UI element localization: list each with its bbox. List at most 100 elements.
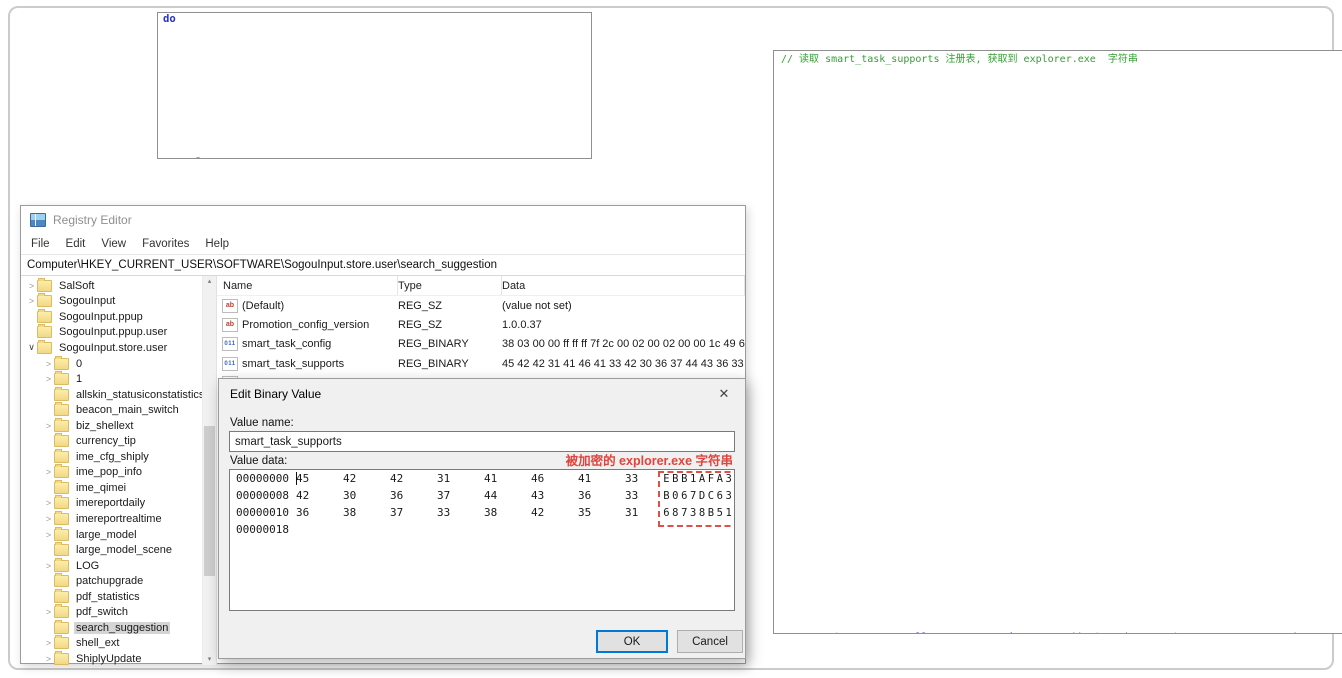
scroll-down-icon[interactable]: ▾ [203,654,216,665]
hex-byte[interactable]: 42 [343,472,390,485]
chevron-right-icon[interactable]: > [43,654,54,664]
tree-item-1[interactable]: >1 [21,371,202,387]
hex-byte[interactable]: 36 [296,506,343,519]
tree-item-SalSoft[interactable]: > SalSoft [21,277,202,294]
address-bar[interactable]: Computer\HKEY_CURRENT_USER\SOFTWARE\Sogo… [21,254,745,276]
cancel-button[interactable]: Cancel [677,630,743,653]
hex-byte[interactable]: 44 [484,489,531,502]
column-header-name[interactable]: Name [217,276,398,295]
tree-item-ShiplyUpdate[interactable]: > ShiplyUpdate [21,650,202,665]
column-header-data[interactable]: Data [502,276,745,295]
hex-byte[interactable]: 45 [296,472,343,485]
column-header-type[interactable]: Type [398,276,502,295]
tree-item-label[interactable]: SogouInput.store.user [57,342,169,354]
tree-item-shell_ext[interactable]: > shell_ext [21,635,202,652]
tree-item-0[interactable]: >0 [21,355,202,372]
chevron-down-icon[interactable]: ∨ [26,342,37,353]
tree-item-label[interactable]: patchupgrade [74,575,145,587]
hex-byte[interactable]: 43 [531,489,578,502]
chevron-right-icon[interactable]: > [43,530,54,540]
tree-item-label[interactable]: ime_pop_info [74,466,144,478]
tree-item-pdf_switch[interactable]: > pdf_switch [21,604,202,620]
scrollbar-thumb[interactable] [204,426,215,576]
tree-item-label[interactable]: currency_tip [74,435,138,447]
tree-item-pdf_statistics[interactable]: pdf_statistics [21,588,202,605]
value-row[interactable]: 011 smart_task_config REG_BINARY 38 03 00 0… [217,335,745,354]
tree-item-label[interactable]: SogouInput.ppup.user [57,326,169,338]
menu-favorites[interactable]: Favorites [134,238,197,250]
tree-item-label[interactable]: ime_cfg_shiply [74,451,151,463]
tree-item-label[interactable]: LOG [74,560,101,572]
hex-byte[interactable]: 37 [437,489,484,502]
chevron-right-icon[interactable]: > [26,296,37,306]
tree-item-imereportrealtime[interactable]: > imereportrealtime [21,510,202,527]
chevron-right-icon[interactable]: > [43,561,54,571]
tree-item-SogouInput.ppup.user[interactable]: SogouInput.ppup.user [21,324,202,341]
hex-byte[interactable]: 33 [437,506,484,519]
tree-item-label[interactable]: 0 [74,358,84,370]
tree-item-label[interactable]: 1 [74,373,84,385]
hex-byte[interactable]: 35 [578,506,625,519]
chevron-right-icon[interactable]: > [43,514,54,524]
tree-scrollbar[interactable]: ▴ ▾ [202,276,216,665]
chevron-right-icon[interactable]: > [43,467,54,477]
tree-item-label[interactable]: imereportdaily [74,497,147,509]
tree-item-SogouInput[interactable]: > SogouInput [21,293,202,310]
hex-byte[interactable]: 42 [531,506,578,519]
hex-byte[interactable]: 36 [390,489,437,502]
close-icon[interactable]: ✕ [706,382,742,406]
hex-row[interactable]: 00000018 [230,521,734,538]
tree-item-SogouInput.store.user[interactable]: ∨ SogouInput.store.user [21,339,202,356]
tree-item-label[interactable]: pdf_statistics [74,591,142,603]
chevron-right-icon[interactable]: > [43,359,54,369]
tree-item-search_suggestion[interactable]: search_suggestion [21,619,202,636]
tree-item-label[interactable]: SogouInput [57,295,117,307]
menu-help[interactable]: Help [197,238,237,250]
hex-row[interactable]: 00000010 36 38 37 33 38 42 35 31 6 8 7 3 8 B 5 1 [230,504,734,521]
tree-item-label[interactable]: shell_ext [74,637,121,649]
tree-item-label[interactable]: imereportrealtime [74,513,164,525]
chevron-right-icon[interactable]: > [43,607,54,617]
tree-item-large_model_scene[interactable]: large_model_scene [21,542,202,558]
tree-item-label[interactable]: SogouInput.ppup [57,311,145,323]
tree-item-ime_pop_info[interactable]: > ime_pop_info [21,464,202,481]
hex-byte[interactable]: 30 [343,489,390,502]
tree-item-SogouInput.ppup[interactable]: SogouInput.ppup [21,308,202,325]
tree-item-LOG[interactable]: > LOG [21,557,202,574]
hex-byte[interactable]: 38 [343,506,390,519]
value-row[interactable]: ab (Default) REG_SZ (value not set) [217,296,745,315]
hex-byte[interactable]: 46 [531,472,578,485]
hex-row[interactable]: 00000008 42 30 36 37 44 43 36 33 B 0 6 7 D C 6 3 [230,487,734,504]
tree-item-currency_tip[interactable]: currency_tip [21,433,202,449]
tree-item-allskin_statusiconstatistics[interactable]: allskin_statusiconstatistics [21,386,202,403]
menu-edit[interactable]: Edit [58,238,94,250]
chevron-right-icon[interactable]: > [43,638,54,648]
chevron-right-icon[interactable]: > [43,421,54,431]
tree-item-ime_cfg_shiply[interactable]: ime_cfg_shiply [21,448,202,465]
value-row[interactable]: 011 smart_task_supports REG_BINARY 45 42 42… [217,354,745,373]
tree-item-label[interactable]: pdf_switch [74,606,130,618]
tree-item-label[interactable]: biz_shellext [74,420,135,432]
menu-view[interactable]: View [93,238,134,250]
value-row[interactable]: ab Promotion_config_version REG_SZ 1.0.0.37 [217,315,745,334]
tree-item-label[interactable]: large_model_scene [74,544,174,556]
tree-item-label[interactable]: search_suggestion [74,621,171,634]
tree-item-label[interactable]: ShiplyUpdate [74,653,143,665]
hex-editor[interactable]: 00000000 45 42 42 31 41 46 41 33 E B B 1 A F A 3 00000008… [229,469,735,611]
tree-item-label[interactable]: beacon_main_switch [74,404,181,416]
hex-byte[interactable]: 31 [437,472,484,485]
tree-item-label[interactable]: large_model [74,529,139,541]
tree-item-label[interactable]: ime_qimei [74,482,128,494]
scroll-up-icon[interactable]: ▴ [203,276,216,287]
chevron-right-icon[interactable]: > [26,281,37,291]
hex-byte[interactable]: 37 [390,506,437,519]
hex-byte[interactable]: 41 [578,472,625,485]
hex-byte[interactable]: 41 [484,472,531,485]
ok-button[interactable]: OK [596,630,668,653]
tree-item-beacon_main_switch[interactable]: beacon_main_switch [21,402,202,418]
hex-row[interactable]: 00000000 45 42 42 31 41 46 41 33 E B B 1 A F A 3 [230,470,734,487]
tree-item-biz_shellext[interactable]: > biz_shellext [21,417,202,434]
tree-item-large_model[interactable]: > large_model [21,526,202,543]
menu-file[interactable]: File [23,238,58,250]
tree-item-label[interactable]: allskin_statusiconstatistics [74,389,202,401]
